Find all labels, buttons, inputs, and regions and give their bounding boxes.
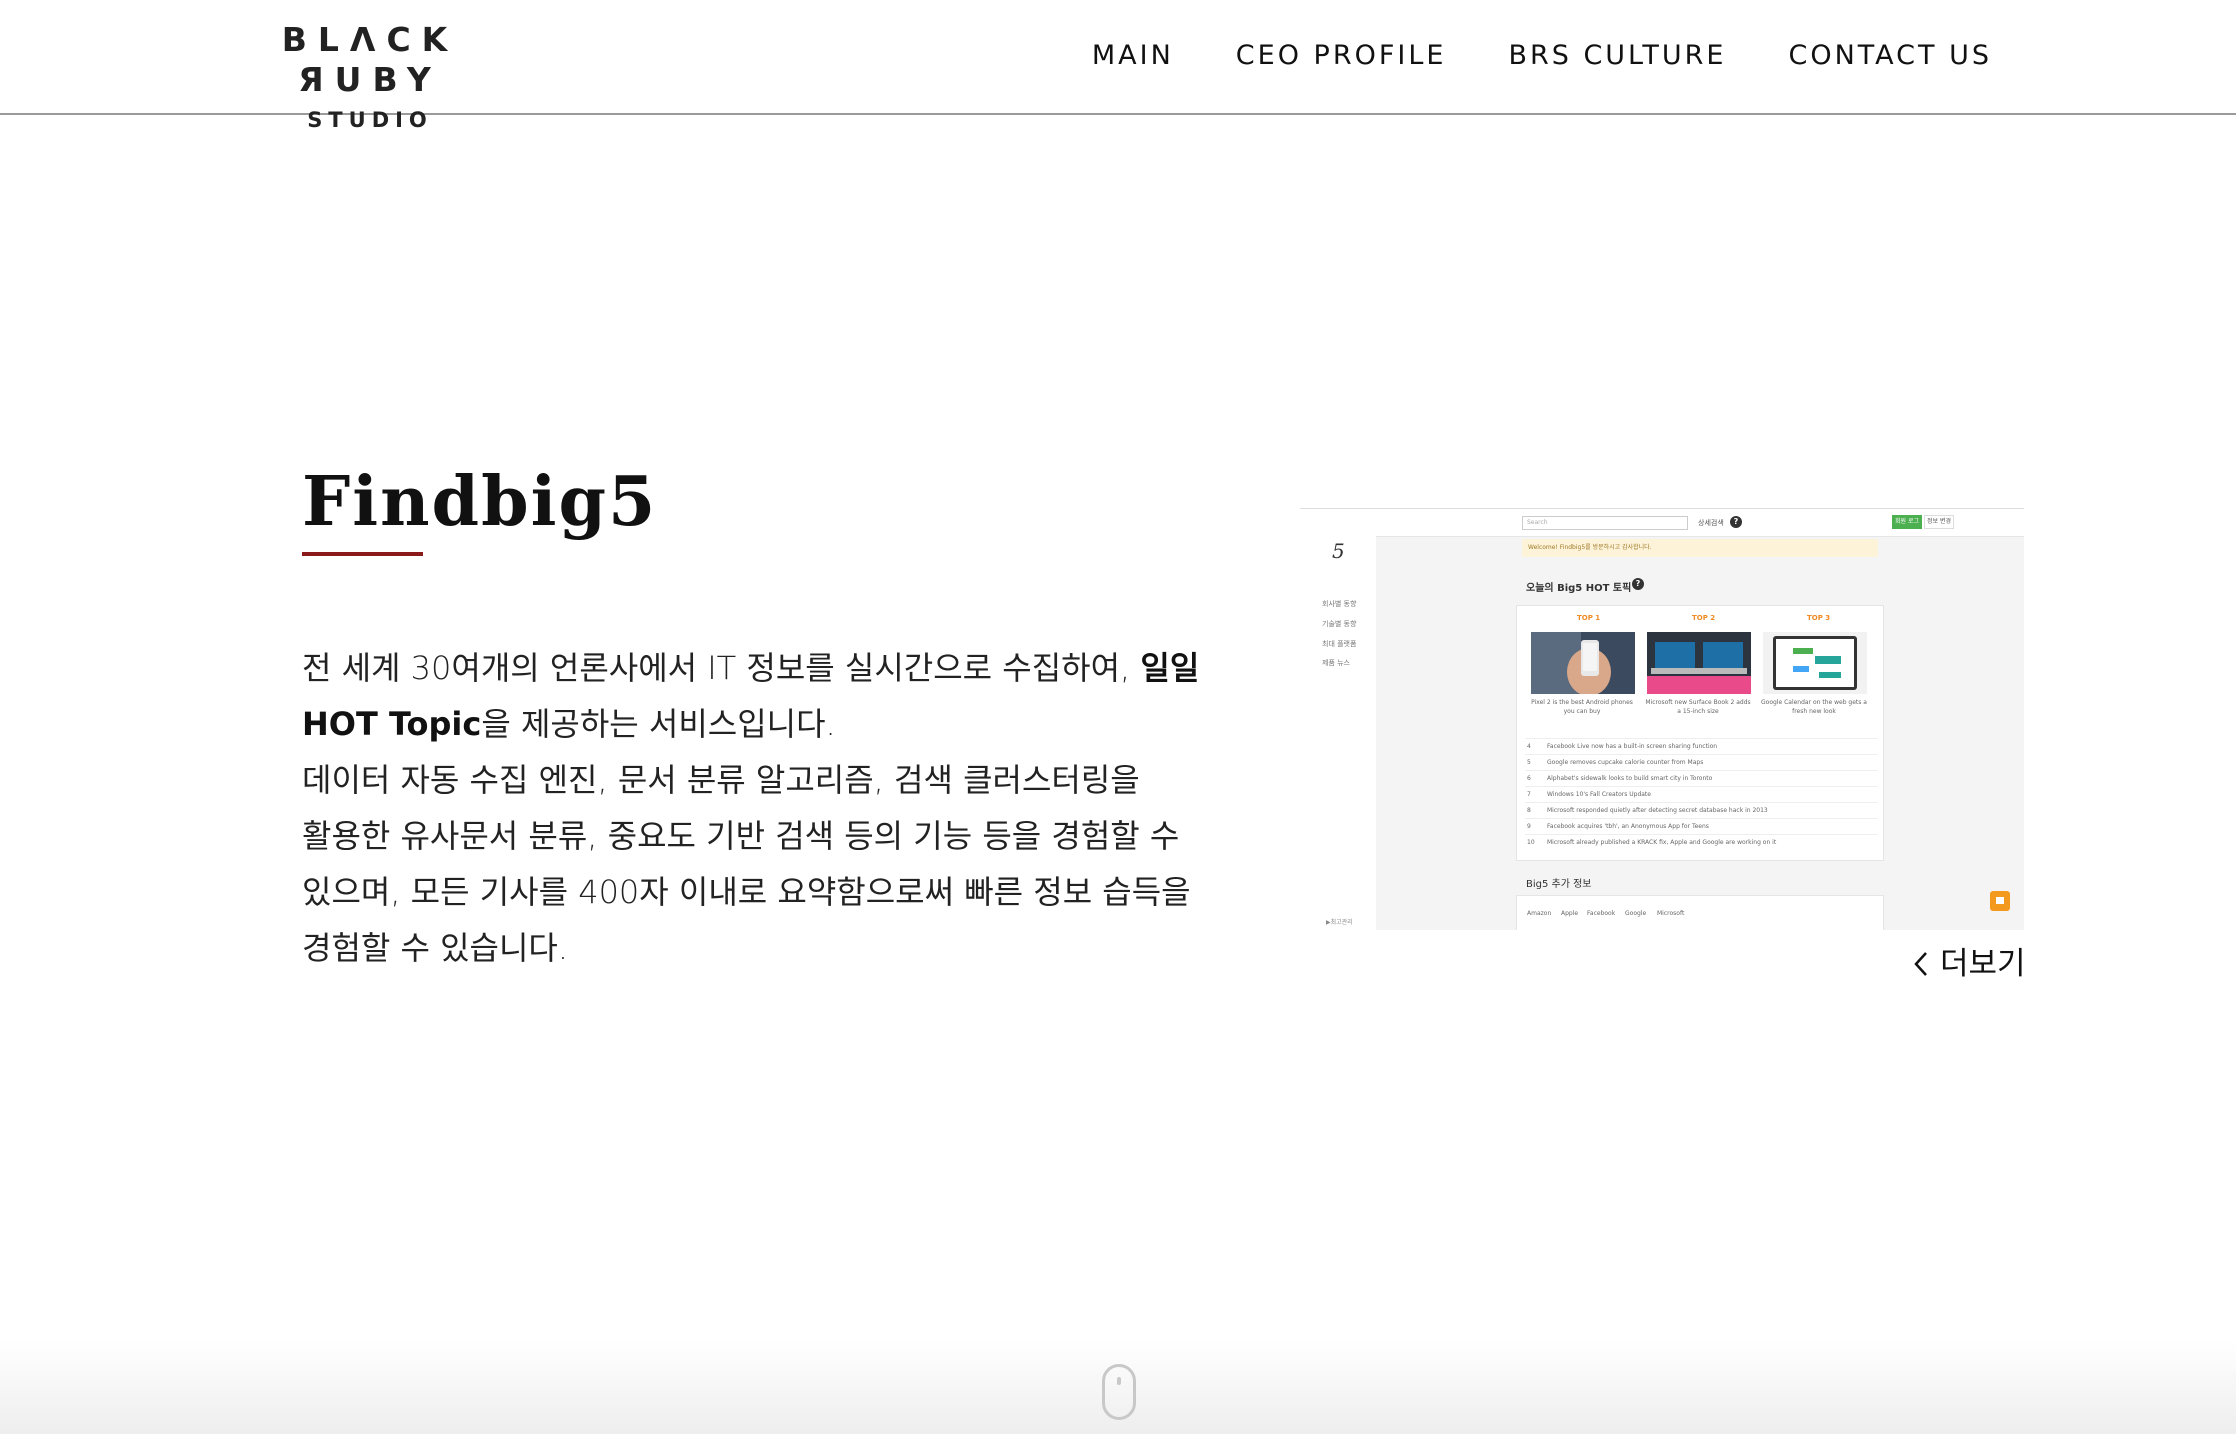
shot-chat-icon — [1990, 891, 2010, 911]
shot-thumb-calendar — [1763, 632, 1867, 694]
scroll-mouse-icon[interactable] — [1102, 1364, 1136, 1420]
shot-footer: ▶최고관리 — [1326, 919, 1353, 926]
shot-tag-bar: Amazon Apple Facebook Google Microsoft — [1516, 895, 1884, 930]
shot-row-rank: 10 — [1527, 839, 1535, 846]
shot-row-rank: 9 — [1527, 823, 1531, 830]
shot-advanced-search: 상세검색 — [1698, 519, 1724, 527]
shot-row-rank: 8 — [1527, 807, 1531, 814]
shot-list-row: 9 Facebook acquires 'tbh', an Anonymous A… — [1525, 818, 1877, 834]
shot-hot-panel: TOP 1 TOP 2 TOP 3 Pixel 2 is the best An… — [1516, 605, 1884, 861]
shot-caption: Microsoft new Surface Book 2 adds a 15-i… — [1645, 699, 1751, 715]
shot-side-item: 회사별 동향 — [1322, 600, 1357, 608]
service-screenshot[interactable]: 5 회사별 동향 기술별 동향 최대 플랫폼 제품 뉴스 ▶최고관리 Searc… — [1300, 508, 2024, 930]
shot-tag: Facebook — [1587, 910, 1616, 917]
shot-row-title: Facebook acquires 'tbh', an Anonymous Ap… — [1547, 823, 1709, 830]
shot-side-item: 제품 뉴스 — [1322, 659, 1350, 667]
more-link[interactable]: 더보기 — [1912, 944, 2026, 984]
shot-list-row: 10 Microsoft already published a KRACK fi… — [1525, 834, 1877, 850]
shot-top-label: TOP 1 — [1577, 614, 1601, 622]
shot-topbar: Search 상세검색 ? 회원 로그 정보 변경 — [1376, 509, 2024, 537]
shot-list-row: 6 Alphabet's sidewalk looks to build smar… — [1525, 770, 1877, 786]
section-title: Findbig5 — [302, 462, 658, 542]
shot-side-item: 기술별 동향 — [1322, 620, 1357, 628]
main-nav: MAIN CEO PROFILE BRS CULTURE CONTACT US — [1030, 38, 1992, 74]
shot-sidebar: 5 회사별 동향 기술별 동향 최대 플랫폼 제품 뉴스 ▶최고관리 — [1300, 509, 1376, 930]
brand-logo[interactable]: BLΛCK ЯUBY STUDIO — [220, 20, 520, 132]
shot-caption: Google Calendar on the web gets a fresh … — [1761, 699, 1867, 715]
shot-tag: Apple — [1561, 910, 1579, 917]
shot-more-title: Big5 추가 정보 — [1526, 879, 1592, 890]
shot-row-rank: 6 — [1527, 775, 1531, 782]
desc-part1: 전 세계 30여개의 언론사에서 IT 정보를 실시간으로 수집하여, — [302, 649, 1141, 687]
shot-tag: Google — [1625, 910, 1647, 917]
desc-part3: 데이터 자동 수집 엔진, 문서 분류 알고리즘, 검색 클러스터링을 활용한 … — [302, 761, 1191, 967]
shot-row-title: Google removes cupcake calorie counter f… — [1547, 759, 1704, 766]
logo-sub-text: STUDIO — [307, 108, 433, 132]
shot-notice: Welcome! Findbig5를 방문하시고 감사합니다. — [1522, 539, 1878, 557]
more-label: 더보기 — [1940, 946, 2026, 982]
shot-row-rank: 7 — [1527, 791, 1531, 798]
shot-top-label: TOP 3 — [1807, 614, 1831, 622]
shot-row-title: Windows 10's Fall Creators Update — [1547, 791, 1651, 798]
shot-list-row: 7 Windows 10's Fall Creators Update — [1525, 786, 1877, 802]
shot-info-button: 정보 변경 — [1924, 515, 1954, 529]
shot-thumb-laptop — [1647, 632, 1751, 694]
shot-side-item: 최대 플랫폼 — [1322, 640, 1357, 648]
site-header: BLΛCK ЯUBY STUDIO MAIN CEO PROFILE BRS C… — [0, 0, 2236, 132]
nav-brs-culture[interactable]: BRS CULTURE — [1508, 38, 1726, 74]
shot-list-row: 4 Facebook Live now has a built-in screen… — [1525, 738, 1877, 754]
shot-help-icon: ? — [1730, 516, 1742, 528]
nav-contact-us[interactable]: CONTACT US — [1788, 38, 1992, 74]
shot-thumb-phone — [1531, 632, 1635, 694]
shot-row-rank: 5 — [1527, 759, 1531, 766]
shot-list-row: 5 Google removes cupcake calorie counter … — [1525, 754, 1877, 770]
chevron-left-icon — [1914, 952, 1927, 976]
shot-list-row: 8 Microsoft responded quietly after detec… — [1525, 802, 1877, 818]
section-description: 전 세계 30여개의 언론사에서 IT 정보를 실시간으로 수집하여, 일일 H… — [302, 640, 1212, 976]
desc-part2: 을 제공하는 서비스입니다. — [481, 705, 836, 743]
nav-ceo-profile[interactable]: CEO PROFILE — [1236, 38, 1447, 74]
shot-row-title: Alphabet's sidewalk looks to build smart… — [1547, 775, 1713, 782]
shot-help-icon: ? — [1632, 578, 1644, 590]
shot-row-title: Facebook Live now has a built-in screen … — [1547, 743, 1718, 750]
logo-main-text: BLΛCK ЯUBY — [281, 20, 459, 99]
shot-top-label: TOP 2 — [1692, 614, 1716, 622]
shot-logo: 5 — [1332, 539, 1345, 563]
shot-row-title: Microsoft responded quietly after detect… — [1547, 807, 1768, 814]
shot-login-button: 회원 로그 — [1892, 515, 1922, 529]
shot-hot-title: 오늘의 Big5 HOT 토픽 — [1526, 583, 1632, 594]
shot-row-title: Microsoft already published a KRACK fix,… — [1547, 839, 1777, 846]
shot-search-input: Search — [1522, 516, 1688, 530]
shot-row-rank: 4 — [1527, 743, 1531, 750]
title-underline — [302, 552, 423, 556]
nav-main[interactable]: MAIN — [1092, 38, 1174, 74]
shot-tag: Microsoft — [1657, 910, 1685, 917]
shot-tag: Amazon — [1527, 910, 1552, 917]
shot-caption: Pixel 2 is the best Android phones you c… — [1531, 699, 1633, 715]
